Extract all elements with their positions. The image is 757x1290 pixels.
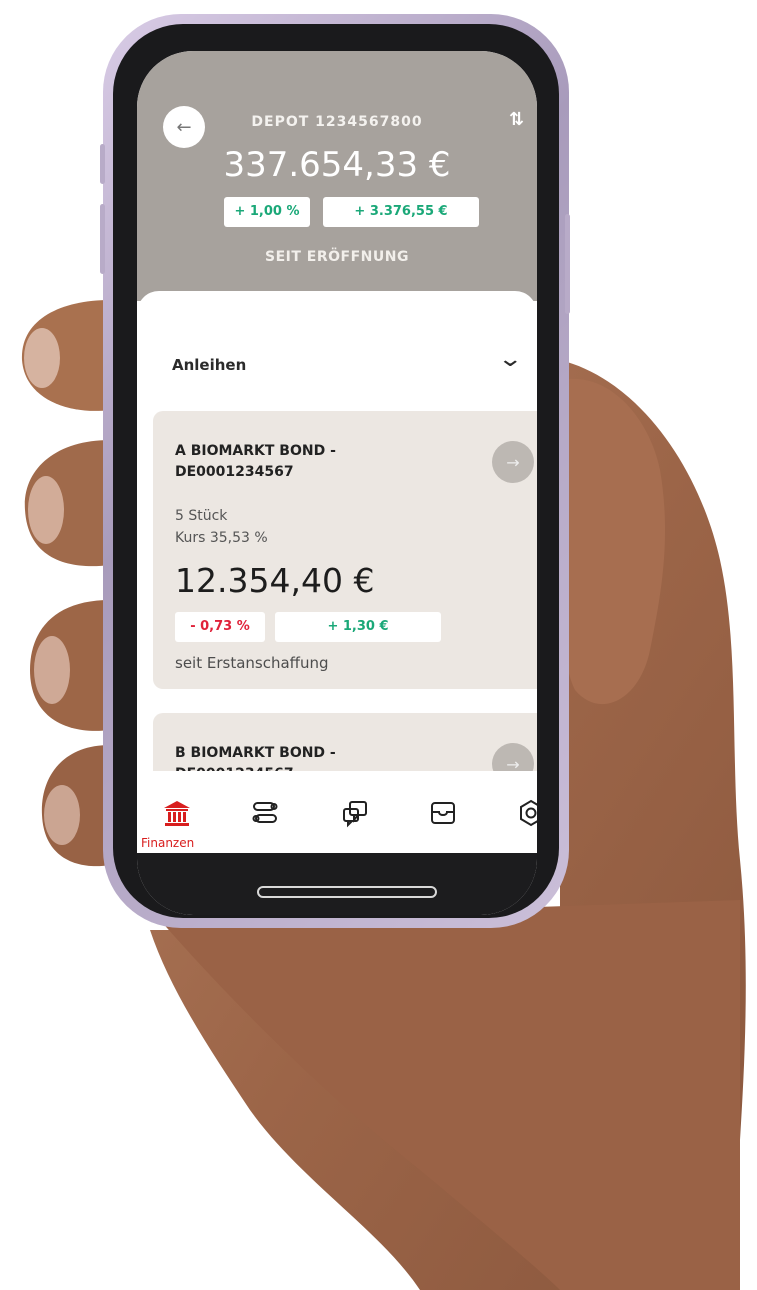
holding-value: 12.354,40 € (175, 561, 375, 600)
settings-icon (520, 799, 537, 827)
holding-title: A BIOMARKT BOND - DE0001234567 (175, 441, 336, 483)
phone-power-button (565, 214, 570, 314)
depot-total: 337.654,33 € (223, 145, 451, 185)
holding-price: Kurs 35,53 % (175, 530, 268, 546)
tab-settings[interactable] (511, 793, 537, 833)
phone-frame: ← DEPOT 1234567800 ⇅ 337.654,33 € + 1,00… (100, 14, 570, 928)
phone-side-button (100, 144, 105, 184)
depot-change-percent: + 1,00 % (224, 197, 310, 227)
holding-change-amount: + 1,30 € (275, 612, 441, 642)
depot-label: DEPOT 1234567800 (251, 114, 423, 130)
tab-inbox[interactable] (423, 793, 463, 833)
tab-transfer[interactable] (245, 793, 285, 833)
tab-finanzen-label[interactable]: Finanzen (141, 836, 194, 850)
holding-quantity: 5 Stück (175, 508, 228, 524)
tab-chat[interactable] (335, 793, 375, 833)
transfer-icon (252, 802, 278, 823)
inbox-icon (431, 802, 455, 824)
arrow-right-icon: → (506, 452, 520, 472)
holding-since-label: seit Erstanschaffung (175, 654, 329, 672)
phone-screen: ← DEPOT 1234567800 ⇅ 337.654,33 € + 1,00… (137, 51, 537, 915)
home-area (137, 853, 537, 915)
holding-isin: DE0001234567 (175, 464, 294, 480)
phone-bezel: ← DEPOT 1234567800 ⇅ 337.654,33 € + 1,00… (113, 24, 559, 918)
swap-icon[interactable]: ⇅ (509, 109, 524, 130)
chevron-down-icon[interactable]: ⌄ (497, 347, 523, 372)
holding-detail-button[interactable]: → (492, 441, 534, 483)
section-title[interactable]: Anleihen (172, 356, 246, 374)
phone-volume-button (100, 204, 105, 274)
home-indicator[interactable] (257, 886, 437, 898)
holding-title-line1: B BIOMARKT BOND - (175, 745, 336, 761)
tab-finanzen[interactable] (157, 793, 197, 833)
holding-card[interactable]: A BIOMARKT BOND - DE0001234567 → 5 Stück… (153, 411, 537, 689)
depot-header: ← DEPOT 1234567800 ⇅ 337.654,33 € + 1,00… (137, 51, 537, 301)
holding-change-percent: - 0,73 % (175, 612, 265, 642)
bank-icon (164, 801, 190, 826)
chat-icon (343, 801, 367, 828)
holding-title-line1: A BIOMARKT BOND - (175, 443, 336, 459)
depot-since-label: SEIT ERÖFFNUNG (265, 249, 409, 265)
holding-meta: 5 Stück Kurs 35,53 % (175, 505, 268, 549)
depot-change-amount: + 3.376,55 € (323, 197, 479, 227)
